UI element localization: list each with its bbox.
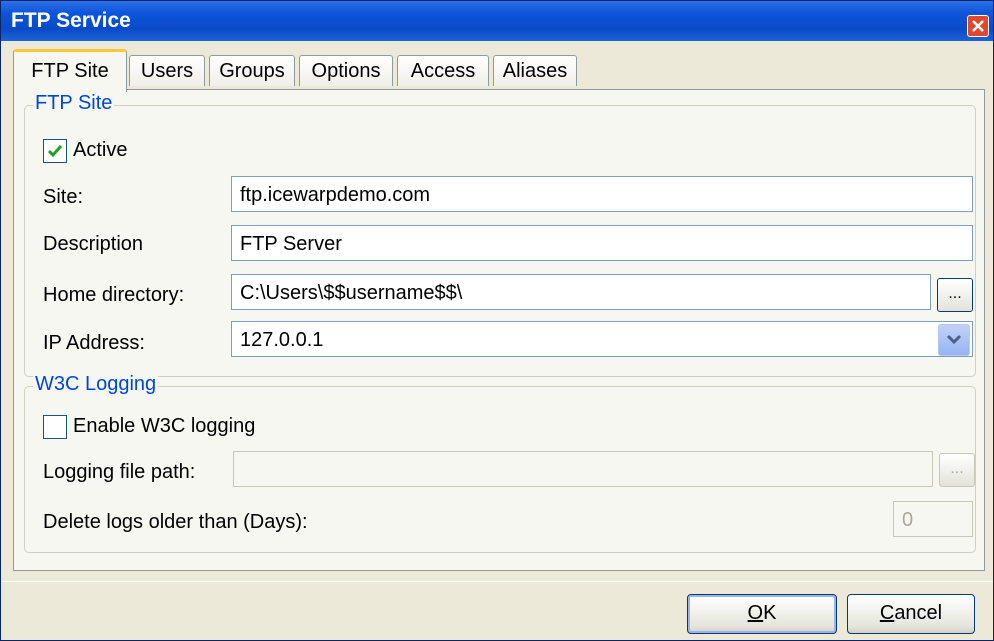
home-directory-browse-button[interactable]: ... xyxy=(937,278,973,312)
enable-w3c-logging-label: Enable W3C logging xyxy=(73,415,256,437)
ip-address-dropdown-button[interactable] xyxy=(938,324,970,356)
tab-users[interactable]: Users xyxy=(129,55,205,86)
tab-access[interactable]: Access xyxy=(397,55,489,86)
ftp-service-dialog: FTP Service FTP Site Users Groups Option… xyxy=(0,0,994,641)
tab-options[interactable]: Options xyxy=(299,55,393,86)
ip-address-select[interactable]: 127.0.0.1 xyxy=(231,321,973,357)
ok-accelerator: O xyxy=(747,602,764,624)
active-checkbox[interactable] xyxy=(43,139,67,163)
ok-button[interactable]: OK xyxy=(687,594,837,634)
active-label: Active xyxy=(73,139,128,161)
window-title: FTP Service xyxy=(11,9,131,32)
ip-address-label: IP Address: xyxy=(43,332,145,354)
close-icon xyxy=(972,20,984,32)
cancel-accelerator: C xyxy=(879,602,895,624)
delete-logs-days-input[interactable]: 0 xyxy=(893,501,973,537)
cancel-label: ancel xyxy=(894,602,943,624)
ip-address-value: 127.0.0.1 xyxy=(240,329,324,351)
w3c-logging-group: W3C Logging Enable W3C logging Logging f… xyxy=(24,373,976,553)
chevron-down-icon xyxy=(946,334,962,345)
close-button[interactable] xyxy=(967,15,989,37)
title-bar[interactable]: FTP Service xyxy=(1,1,993,41)
ok-label: K xyxy=(763,602,777,624)
ftp-site-legend: FTP Site xyxy=(33,92,115,115)
logging-file-path-input[interactable] xyxy=(233,451,933,487)
tab-aliases[interactable]: Aliases xyxy=(493,55,577,86)
site-input[interactable]: ftp.icewarpdemo.com xyxy=(231,176,973,212)
ftp-site-group: FTP Site Active Site: ftp.icewarpdemo.co… xyxy=(24,92,976,377)
home-directory-label: Home directory: xyxy=(43,284,185,306)
tab-groups[interactable]: Groups xyxy=(209,55,295,86)
description-label: Description xyxy=(43,233,144,255)
w3c-logging-legend: W3C Logging xyxy=(33,373,159,396)
logging-file-path-browse-button[interactable]: ... xyxy=(939,453,975,487)
cancel-button[interactable]: Cancel xyxy=(847,594,975,634)
logging-file-path-label: Logging file path: xyxy=(43,461,196,483)
tab-ftp-site[interactable]: FTP Site xyxy=(13,49,127,92)
description-input[interactable]: FTP Server xyxy=(231,225,973,261)
checkmark-icon xyxy=(47,145,63,158)
dialog-footer: OK Cancel xyxy=(1,581,993,640)
tab-panel: FTP Site Active Site: ftp.icewarpdemo.co… xyxy=(13,89,985,571)
delete-logs-label: Delete logs older than (Days): xyxy=(43,511,308,533)
site-label: Site: xyxy=(43,186,84,208)
home-directory-input[interactable]: C:\Users\$$username$$\ xyxy=(231,274,931,310)
enable-w3c-logging-checkbox[interactable] xyxy=(43,415,67,439)
